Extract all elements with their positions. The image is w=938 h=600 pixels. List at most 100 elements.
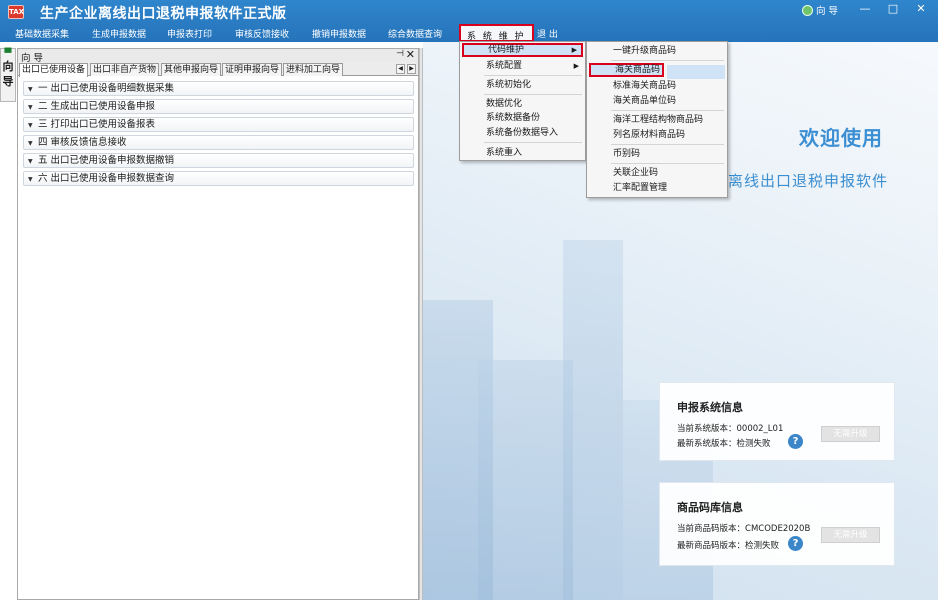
wizard-item-label: 四 审核反馈信息接收 — [38, 137, 127, 148]
background-building — [563, 240, 623, 600]
pin-icon: ▀ — [4, 49, 12, 59]
chevron-down-icon: ▼ — [28, 122, 33, 129]
tab-non-self-produced[interactable]: 出口非自产货物 — [90, 63, 160, 76]
wizard-item-print[interactable]: ▼ 三 打印出口已使用设备报表 — [23, 117, 414, 132]
menu-basic-data[interactable]: 基础数据采集 — [15, 27, 69, 40]
welcome-subtitle: 离线出口退税申报软件 — [728, 172, 889, 190]
latest-system-version: 最新系统版本：检测失败 — [677, 437, 771, 449]
menu-item-data-optimize[interactable]: 数据优化 — [462, 97, 583, 111]
menu-system-maintenance[interactable]: 系 统 维 护 — [459, 24, 534, 42]
latest-system-version-label: 最新系统版本： — [677, 439, 737, 449]
menu-item-exchange-rate-config[interactable]: 汇率配置管理 — [589, 181, 725, 195]
menu-item-affiliated-company-code[interactable]: 关联企业码 — [589, 166, 725, 180]
current-system-version: 当前系统版本：00002_L01 — [677, 422, 783, 434]
menu-item-standard-customs-code[interactable]: 标准海关商品码 — [589, 79, 725, 93]
code-upgrade-button[interactable]: 无需升级 — [821, 527, 880, 543]
menu-item-code-maintenance[interactable]: 代码维护 ▶ — [462, 43, 583, 57]
app-logo-icon: TAX — [8, 5, 24, 19]
system-maintenance-menu: 代码维护 ▶ 系统配置 ▶ 系统初始化 数据优化 系统数据备份 系统备份数据导入 系… — [459, 41, 586, 161]
maximize-button[interactable]: □ — [885, 2, 901, 16]
tab-scroll-right-icon[interactable]: ▶ — [407, 64, 416, 74]
help-icon[interactable]: ? — [788, 434, 803, 449]
side-tab-label-1: 向 — [2, 60, 14, 73]
chevron-down-icon: ▼ — [28, 176, 33, 183]
menu-separator — [611, 163, 724, 164]
chevron-down-icon: ▼ — [28, 86, 33, 93]
wizard-item-generate[interactable]: ▼ 二 生成出口已使用设备申报 — [23, 99, 414, 114]
menu-print[interactable]: 申报表打印 — [167, 27, 212, 40]
wizard-icon — [802, 5, 813, 16]
chevron-down-icon: ▼ — [28, 158, 33, 165]
side-tab-label-2: 导 — [2, 75, 14, 88]
menu-item-label: 代码维护 — [488, 45, 525, 55]
menu-item-backup-import[interactable]: 系统备份数据导入 — [462, 126, 583, 140]
current-code-version-value: CMCODE2020B — [745, 524, 811, 534]
pin-icon[interactable]: ⊣ — [396, 49, 404, 59]
menu-generate-data[interactable]: 生成申报数据 — [92, 27, 146, 40]
wizard-item-collect[interactable]: ▼ 一 出口已使用设备明细数据采集 — [23, 81, 414, 96]
wizard-item-label: 三 打印出口已使用设备报表 — [38, 119, 156, 130]
wizard-item-query[interactable]: ▼ 六 出口已使用设备申报数据查询 — [23, 171, 414, 186]
wizard-item-label: 一 出口已使用设备明细数据采集 — [38, 83, 175, 94]
menu-item-system-reenter[interactable]: 系统重入 — [462, 146, 583, 160]
menu-item-system-config[interactable]: 系统配置 ▶ — [462, 59, 583, 73]
tab-certificate-wizard[interactable]: 证明申报向导 — [222, 63, 283, 76]
close-icon[interactable]: ✕ — [406, 48, 415, 61]
welcome-heading: 欢迎使用 — [799, 126, 883, 150]
minimize-button[interactable]: — — [857, 2, 873, 16]
code-maintenance-submenu: 一键升级商品码 海关商品码 标准海关商品码 海关商品单位码 海洋工程结构物商品码… — [586, 41, 728, 198]
menu-separator — [484, 94, 582, 95]
chevron-down-icon: ▼ — [28, 104, 33, 111]
panel-header: 向 导 ⊣ ✕ — [18, 48, 418, 64]
menu-item-ocean-structure-code[interactable]: 海洋工程结构物商品码 — [589, 113, 725, 127]
wizard-item-label: 五 出口已使用设备申报数据撤销 — [38, 155, 175, 166]
wizard-button[interactable]: 向 导 — [802, 3, 838, 17]
title-bar: TAX 生产企业离线出口退税申报软件正式版 向 导 — □ ✕ 基础数据采集 生… — [0, 0, 938, 42]
menu-separator — [611, 110, 724, 111]
menu-item-system-init[interactable]: 系统初始化 — [462, 78, 583, 92]
tab-used-equipment[interactable]: 出口已使用设备 — [19, 63, 89, 77]
panel-tabs: 出口已使用设备 出口非自产货物 其他申报向导 证明申报向导 进料加工向导 ◀ ▶ — [18, 62, 418, 77]
menu-item-one-click-upgrade[interactable]: 一键升级商品码 — [589, 44, 725, 58]
side-wizard-tab[interactable]: ▀ 向 导 — [0, 48, 16, 102]
menu-item-customs-code[interactable]: 海关商品码 — [589, 63, 664, 77]
latest-system-version-value: 检测失败 — [736, 439, 771, 449]
current-system-version-value: 00002_L01 — [736, 424, 784, 434]
menu-exit[interactable]: 退 出 — [537, 27, 558, 40]
wizard-item-label: 六 出口已使用设备申报数据查询 — [38, 173, 175, 184]
wizard-panel: 向 导 ⊣ ✕ 出口已使用设备 出口非自产货物 其他申报向导 证明申报向导 进料… — [17, 48, 419, 600]
tab-scroll-left-icon[interactable]: ◀ — [396, 64, 405, 74]
menu-item-customs-unit-code[interactable]: 海关商品单位码 — [589, 94, 725, 108]
current-code-version-label: 当前商品码版本： — [677, 524, 746, 534]
code-info-title: 商品码库信息 — [677, 501, 743, 514]
current-code-version: 当前商品码版本：CMCODE2020B — [677, 522, 810, 534]
chevron-down-icon: ▼ — [28, 140, 33, 147]
tab-other-wizard[interactable]: 其他申报向导 — [161, 63, 222, 76]
current-system-version-label: 当前系统版本： — [677, 424, 737, 434]
menu-feedback[interactable]: 审核反馈接收 — [235, 27, 289, 40]
help-icon[interactable]: ? — [788, 536, 803, 551]
tab-processing-wizard[interactable]: 进料加工向导 — [283, 63, 344, 76]
submenu-arrow-icon: ▶ — [573, 62, 579, 70]
system-upgrade-button[interactable]: 无需升级 — [821, 426, 880, 442]
menu-revoke[interactable]: 撤销申报数据 — [312, 27, 366, 40]
menu-item-label: 系统配置 — [486, 61, 523, 71]
menu-item-data-backup[interactable]: 系统数据备份 — [462, 111, 583, 125]
wizard-label: 向 导 — [816, 6, 839, 17]
latest-code-version: 最新商品码版本：检测失败 — [677, 539, 779, 551]
menu-item-raw-material-code[interactable]: 列名原材料商品码 — [589, 128, 725, 142]
wizard-item-revoke[interactable]: ▼ 五 出口已使用设备申报数据撤销 — [23, 153, 414, 168]
menu-separator — [611, 144, 724, 145]
latest-code-version-value: 检测失败 — [745, 541, 780, 551]
system-info-panel: 申报系统信息 当前系统版本：00002_L01 最新系统版本：检测失败 ? 无需… — [659, 382, 895, 461]
wizard-item-label: 二 生成出口已使用设备申报 — [38, 101, 156, 112]
close-button[interactable]: ✕ — [913, 2, 929, 16]
background-building — [478, 360, 573, 600]
code-library-info-panel: 商品码库信息 当前商品码版本：CMCODE2020B 最新商品码版本：检测失败 … — [659, 482, 895, 566]
wizard-item-feedback[interactable]: ▼ 四 审核反馈信息接收 — [23, 135, 414, 150]
menu-query[interactable]: 综合数据查询 — [388, 27, 442, 40]
menu-item-currency-code[interactable]: 币别码 — [589, 147, 725, 161]
menu-item-highlight-fill — [667, 65, 725, 79]
latest-code-version-label: 最新商品码版本： — [677, 541, 746, 551]
menu-separator — [484, 142, 582, 143]
